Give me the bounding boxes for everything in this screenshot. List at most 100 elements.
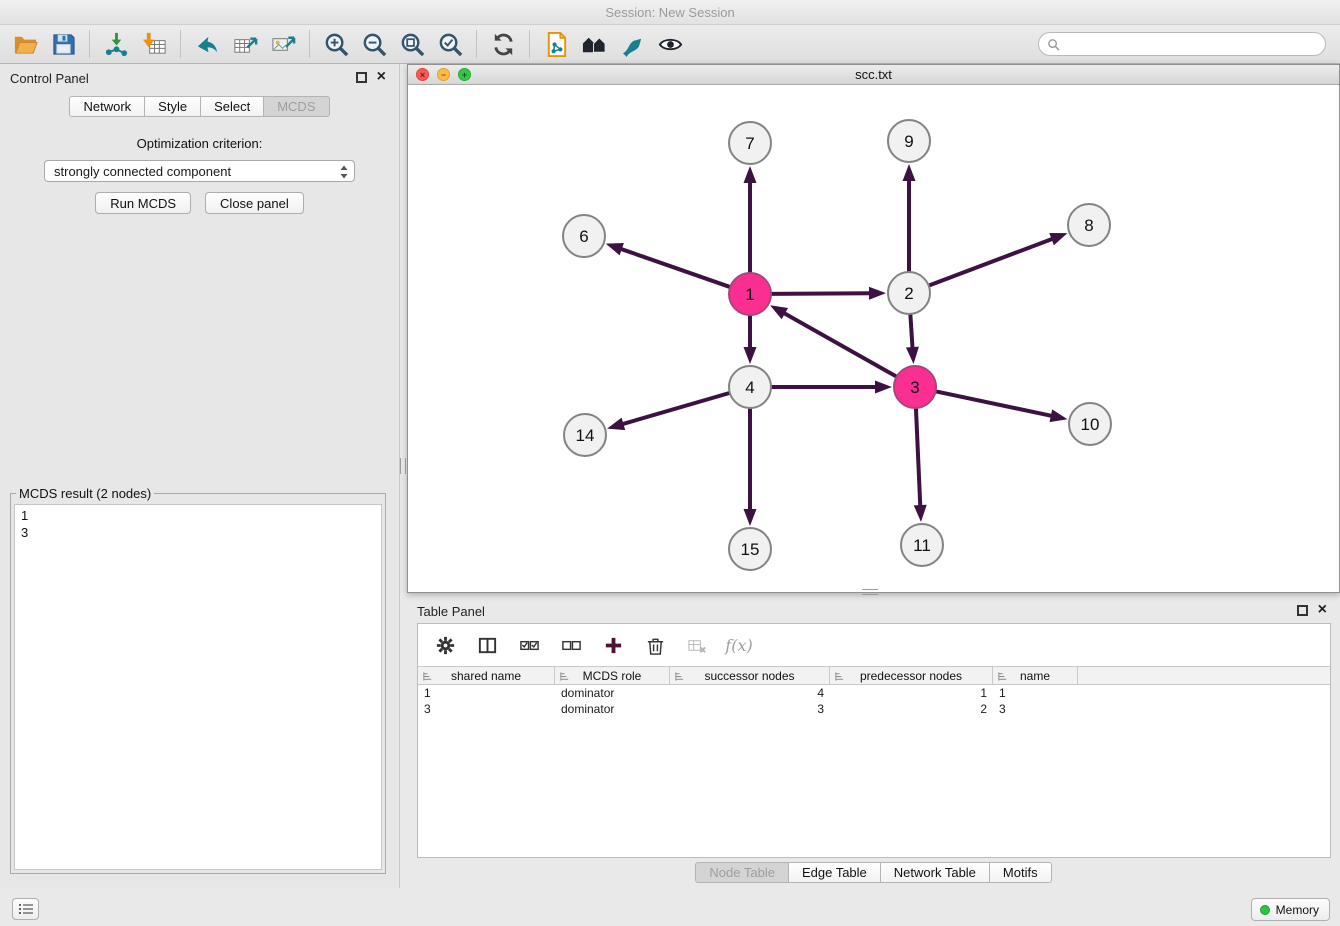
tab-motifs[interactable]: Motifs [989, 862, 1052, 883]
edge-1-2[interactable] [771, 293, 872, 294]
svg-text:2: 2 [904, 284, 913, 303]
tab-network-table[interactable]: Network Table [880, 862, 989, 883]
node-3[interactable]: 3 [894, 366, 936, 408]
image-export-icon [270, 31, 297, 58]
node-4[interactable]: 4 [729, 366, 771, 408]
add-column-button[interactable] [602, 634, 624, 656]
node-7[interactable]: 7 [729, 122, 771, 164]
zoom-in-button[interactable] [317, 28, 355, 60]
node-6[interactable]: 6 [563, 215, 605, 257]
node-11[interactable]: 11 [901, 524, 943, 566]
arrowhead-2-3 [906, 347, 919, 364]
export-image-button[interactable] [264, 28, 302, 60]
zoom-selected-button[interactable] [431, 28, 469, 60]
toolbar-separator [476, 30, 477, 58]
toolbar-separator [529, 30, 530, 58]
edge-2-3[interactable] [910, 314, 912, 350]
network-share-icon [194, 31, 221, 58]
column-header-mcds-role[interactable]: MCDS role [555, 667, 670, 684]
status-bar: Memory [0, 888, 1340, 926]
select-all-button[interactable] [518, 634, 540, 656]
home-analyzer-button[interactable] [575, 28, 613, 60]
node-2[interactable]: 2 [888, 272, 930, 314]
export-table-button[interactable] [226, 28, 264, 60]
deselect-all-button[interactable] [560, 634, 582, 656]
edge-1-6[interactable] [619, 248, 730, 287]
edge-3-1[interactable] [782, 312, 896, 377]
node-table: shared name MCDS role successor nodes pr… [418, 666, 1330, 717]
close-window-button[interactable]: × [416, 68, 429, 81]
function-builder-button[interactable]: f(x) [728, 634, 750, 656]
show-hide-details-button[interactable] [651, 28, 689, 60]
svg-text:14: 14 [576, 426, 595, 445]
main-toolbar [0, 25, 1340, 64]
svg-text:15: 15 [741, 540, 760, 559]
run-mcds-button[interactable]: Run MCDS [95, 192, 191, 214]
vertical-splitter-handle[interactable] [400, 458, 406, 474]
save-session-button[interactable] [44, 28, 82, 60]
table-row[interactable]: 1 dominator 4 1 1 [418, 685, 1330, 701]
table-row[interactable]: 3 dominator 3 2 3 [418, 701, 1330, 717]
plus-icon [603, 635, 624, 656]
node-14[interactable]: 14 [564, 414, 606, 456]
tab-style[interactable]: Style [144, 96, 200, 117]
tab-select[interactable]: Select [200, 96, 263, 117]
column-header-successor-nodes[interactable]: successor nodes [670, 667, 830, 684]
control-panel-title: Control Panel [10, 71, 89, 86]
refresh-layout-button[interactable] [484, 28, 522, 60]
edge-2-8[interactable] [929, 238, 1055, 286]
open-session-button[interactable] [6, 28, 44, 60]
delete-table-button[interactable] [686, 634, 708, 656]
table-settings-button[interactable] [434, 634, 456, 656]
edge-3-11[interactable] [916, 408, 920, 508]
tab-edge-table[interactable]: Edge Table [788, 862, 880, 883]
search-input[interactable] [1065, 36, 1325, 53]
window-titlebar: Session: New Session [0, 0, 1340, 25]
zoom-fit-button[interactable] [393, 28, 431, 60]
import-network-button[interactable] [97, 28, 135, 60]
arrowhead-1-7 [744, 166, 757, 183]
node-9[interactable]: 9 [888, 120, 930, 162]
close-panel-button[interactable]: Close panel [205, 192, 304, 214]
memory-button[interactable]: Memory [1251, 898, 1330, 921]
node-10[interactable]: 10 [1069, 403, 1111, 445]
close-panel-icon[interactable]: × [377, 68, 386, 86]
mcds-result-box[interactable]: 1 3 [14, 504, 382, 870]
node-8[interactable]: 8 [1068, 204, 1110, 246]
search-icon [1047, 38, 1060, 51]
column-header-name[interactable]: name [993, 667, 1078, 684]
document-network-button[interactable] [537, 28, 575, 60]
tab-network[interactable]: Network [69, 96, 144, 117]
float-panel-icon[interactable] [356, 72, 367, 83]
column-header-shared-name[interactable]: shared name [418, 667, 555, 684]
minimize-window-button[interactable]: − [437, 68, 450, 81]
horizontal-splitter-handle[interactable] [862, 589, 878, 595]
search-box[interactable] [1038, 32, 1326, 56]
criterion-dropdown[interactable]: strongly connected component [44, 160, 355, 182]
style-preview-button[interactable] [613, 28, 651, 60]
delete-column-button[interactable] [644, 634, 666, 656]
window-title: Session: New Session [605, 5, 734, 20]
edge-3-10[interactable] [936, 391, 1054, 416]
network-canvas[interactable]: 7 9 6 8 1 2 4 3 14 10 15 11 [408, 85, 1339, 592]
zoom-window-button[interactable]: + [458, 68, 471, 81]
sort-icon [559, 671, 570, 682]
table-header-row: shared name MCDS role successor nodes pr… [418, 666, 1330, 685]
edge-4-14[interactable] [621, 393, 730, 425]
column-header-predecessor-nodes[interactable]: predecessor nodes [830, 667, 993, 684]
float-panel-icon[interactable] [1297, 605, 1308, 616]
zoom-out-button[interactable] [355, 28, 393, 60]
tab-mcds[interactable]: MCDS [263, 96, 329, 117]
network-window-titlebar[interactable]: × − + scc.txt [408, 65, 1339, 85]
task-history-button[interactable] [12, 898, 39, 920]
svg-text:11: 11 [913, 536, 931, 555]
close-panel-icon[interactable]: × [1318, 601, 1327, 619]
import-table-button[interactable] [135, 28, 173, 60]
node-table-container: f(x) shared name MCDS role successor n [417, 623, 1331, 858]
new-network-button[interactable] [188, 28, 226, 60]
show-columns-button[interactable] [476, 634, 498, 656]
tab-node-table[interactable]: Node Table [695, 862, 788, 883]
application-window: Session: New Session [0, 0, 1340, 926]
node-1[interactable]: 1 [729, 273, 771, 315]
node-15[interactable]: 15 [729, 528, 771, 570]
